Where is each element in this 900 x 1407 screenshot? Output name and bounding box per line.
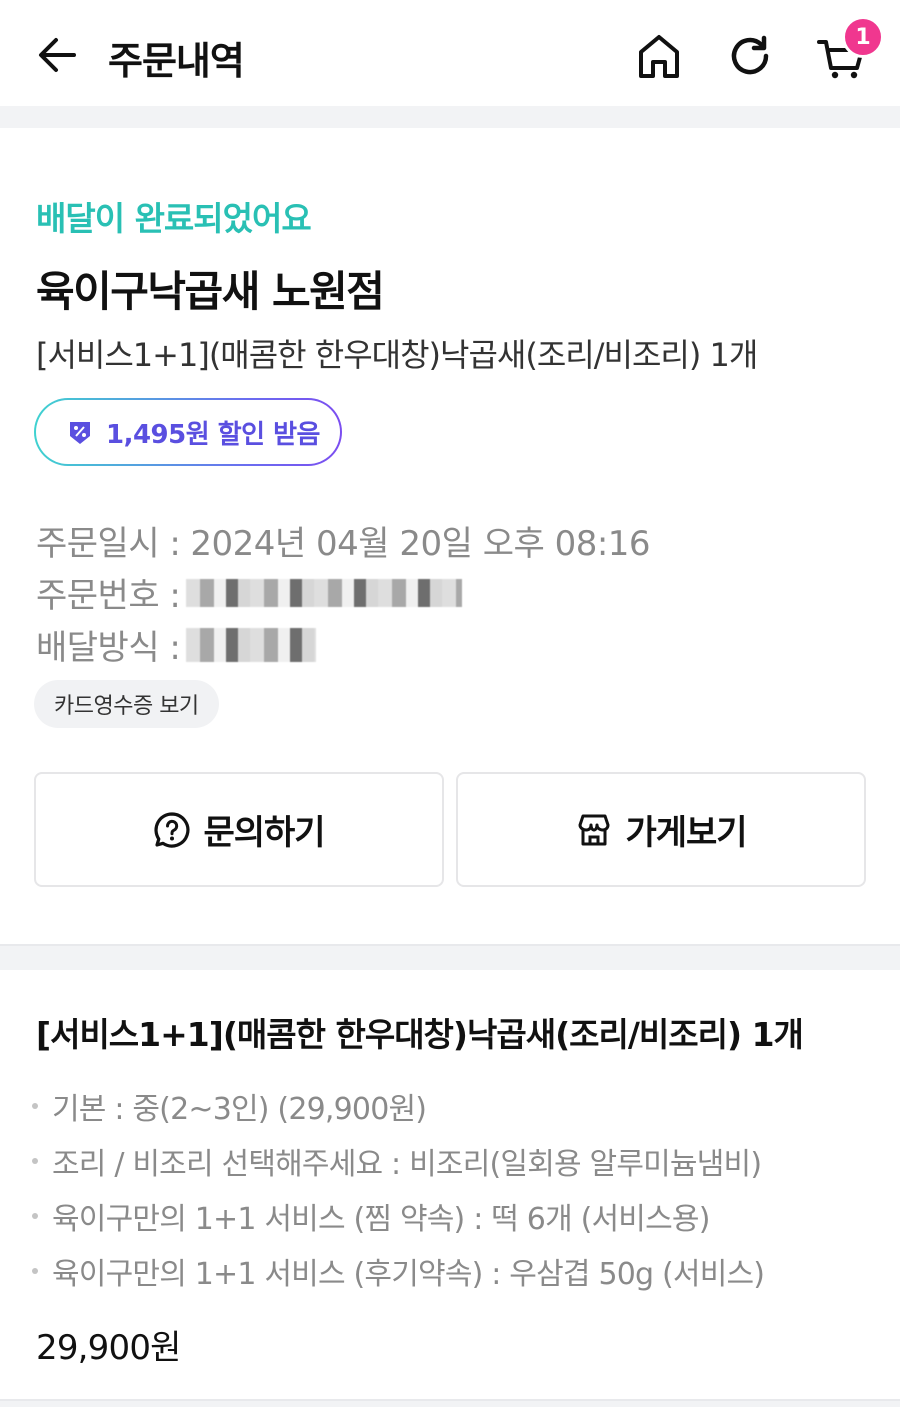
order-time-label: 주문일시 :	[36, 524, 181, 564]
discount-badge: 1,495원 할인 받음	[34, 398, 342, 466]
list-item: 기본 : 중(2~3인) (29,900원)	[30, 1078, 890, 1133]
bullet-icon	[32, 1157, 38, 1164]
card-receipt-button[interactable]: 카드영수증 보기	[34, 680, 219, 728]
option-text: 육이구만의 1+1 서비스 (후기약속) : 우삼겹 50g (서비스)	[52, 1256, 765, 1292]
option-text: 조리 / 비조리 선택해주세요 : 비조리(일회용 알루미늄냄비)	[52, 1146, 762, 1182]
home-icon[interactable]	[635, 30, 683, 82]
delivery-method-redacted	[186, 627, 317, 662]
section-divider	[0, 1399, 900, 1407]
option-text: 육이구만의 1+1 서비스 (찜 약속) : 떡 6개 (서비스용)	[52, 1201, 710, 1237]
section-divider	[0, 106, 900, 128]
option-text: 기본 : 중(2~3인) (29,900원)	[52, 1091, 427, 1127]
bullet-icon	[32, 1212, 38, 1219]
coupon-icon	[66, 418, 94, 446]
order-number-row: 주문번호 :	[36, 568, 463, 617]
menu-option-list: 기본 : 중(2~3인) (29,900원) 조리 / 비조리 선택해주세요 :…	[30, 1078, 890, 1298]
delivery-method-label: 배달방식 :	[36, 628, 181, 668]
store-button[interactable]: 가게보기	[456, 772, 866, 887]
refresh-icon[interactable]	[726, 30, 774, 82]
store-name: 육이구낙곱새 노원점	[36, 267, 385, 316]
inquiry-button[interactable]: 문의하기	[34, 772, 444, 887]
cart-count-badge: 1	[842, 16, 884, 58]
order-time-row: 주문일시 : 2024년 04월 20일 오후 08:16	[36, 516, 651, 565]
menu-item-title: [서비스1+1](매콤한 한우대창)낙곱새(조리/비조리) 1개	[36, 1015, 804, 1054]
bullet-icon	[32, 1102, 38, 1109]
store-label: 가게보기	[625, 813, 747, 853]
order-number-redacted	[186, 578, 463, 607]
order-summary: [서비스1+1](매콤한 한우대창)낙곱새(조리/비조리) 1개	[36, 336, 758, 374]
list-item: 육이구만의 1+1 서비스 (후기약속) : 우삼겹 50g (서비스)	[30, 1243, 890, 1298]
list-item: 조리 / 비조리 선택해주세요 : 비조리(일회용 알루미늄냄비)	[30, 1133, 890, 1188]
question-bubble-icon	[153, 811, 191, 849]
back-arrow-icon[interactable]	[34, 32, 80, 78]
delivery-method-row: 배달방식 :	[36, 620, 317, 669]
order-number-label: 주문번호 :	[36, 576, 181, 616]
item-price: 29,900원	[36, 1328, 181, 1368]
inquiry-label: 문의하기	[203, 813, 325, 853]
order-time-value: 2024년 04월 20일 오후 08:16	[190, 524, 651, 564]
store-icon	[575, 811, 613, 849]
bullet-icon	[32, 1267, 38, 1274]
delivery-status: 배달이 완료되었어요	[36, 199, 312, 238]
list-item: 육이구만의 1+1 서비스 (찜 약속) : 떡 6개 (서비스용)	[30, 1188, 890, 1243]
discount-text: 1,495원 할인 받음	[106, 419, 320, 450]
app-header: 주문내역 1	[0, 0, 900, 106]
page-title: 주문내역	[108, 39, 245, 83]
section-divider	[0, 944, 900, 970]
